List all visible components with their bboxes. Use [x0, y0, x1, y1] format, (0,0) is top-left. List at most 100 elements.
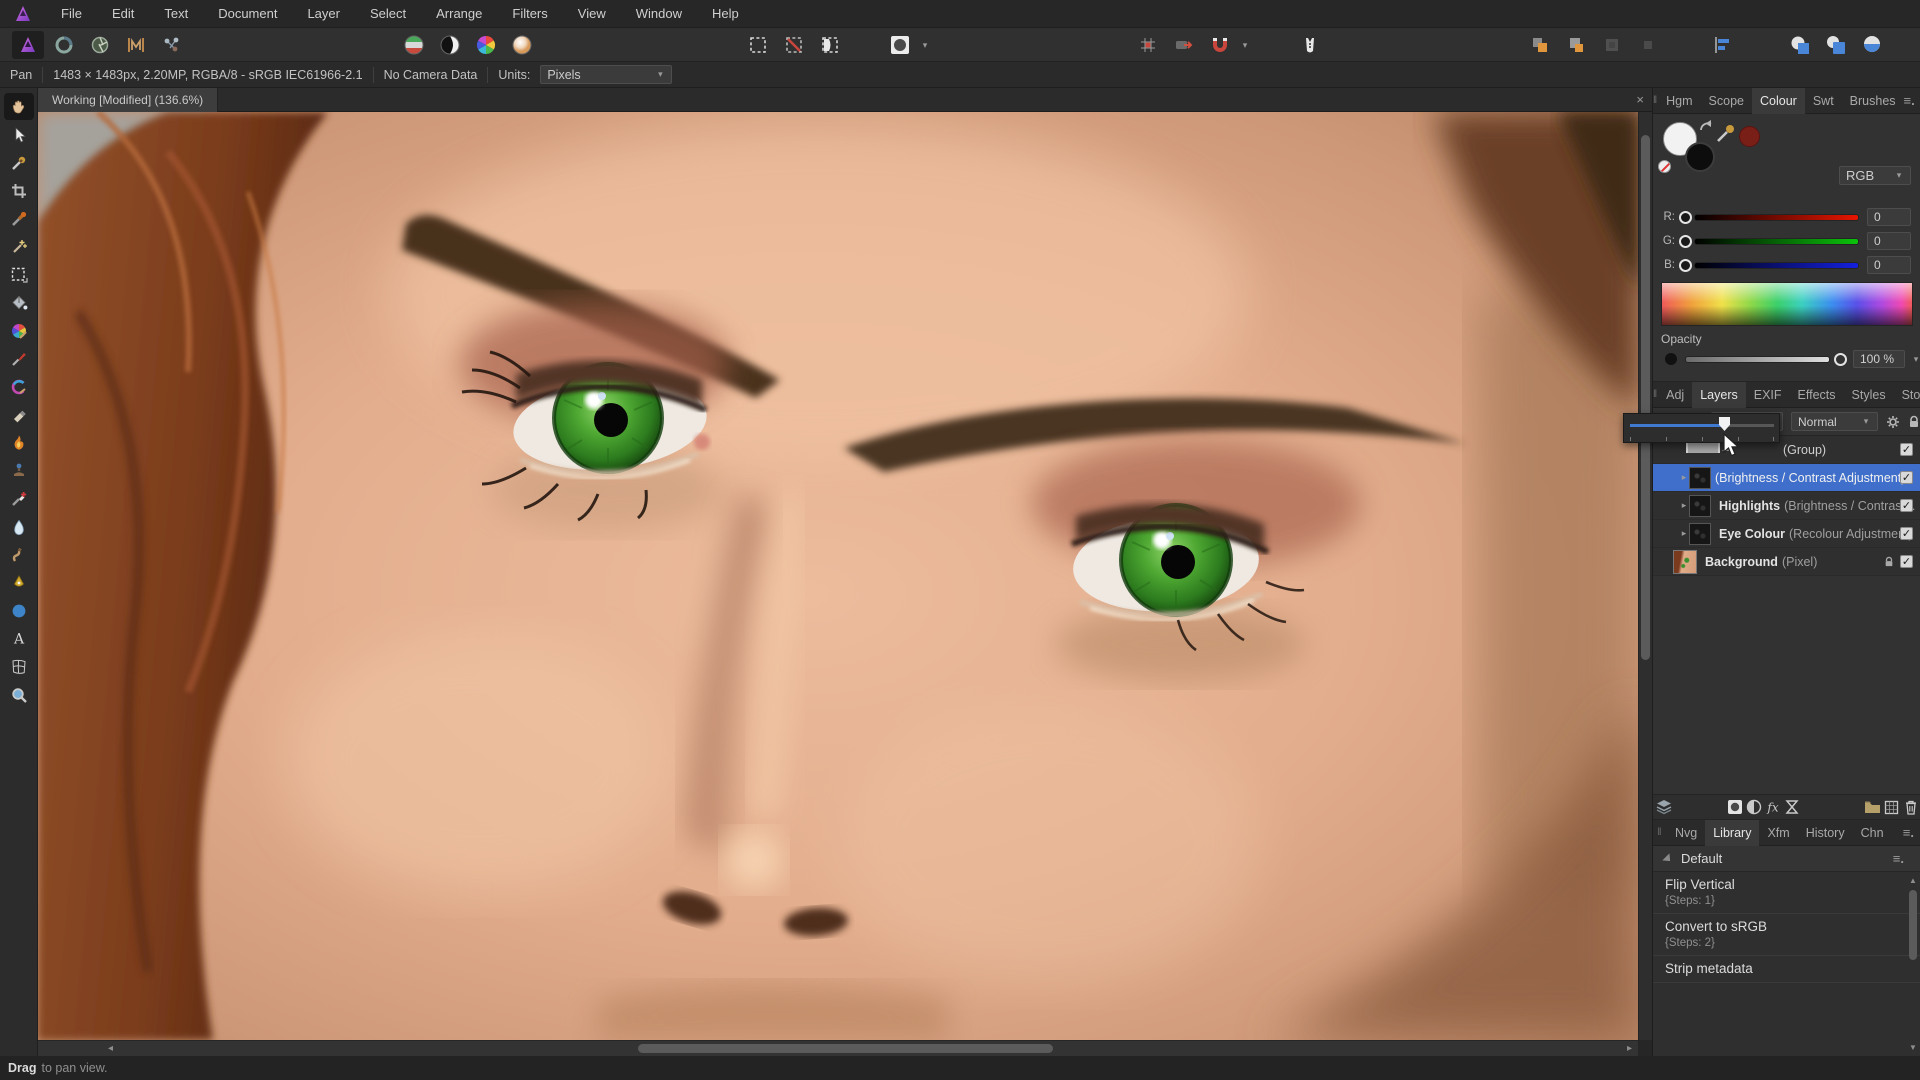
layer-thumbnail[interactable]: [1689, 495, 1711, 517]
tab-adjustments[interactable]: Adj: [1658, 382, 1692, 408]
invert-selection-button[interactable]: [814, 31, 846, 59]
panel-menu-icon[interactable]: ≡: [1903, 825, 1914, 840]
tab-navigator[interactable]: Nvg: [1667, 820, 1705, 846]
alignment-button[interactable]: [1706, 31, 1738, 59]
red-value-field[interactable]: 0: [1867, 208, 1911, 226]
opacity-popup-thumb[interactable]: [1719, 417, 1730, 431]
photo-persona-button[interactable]: [12, 31, 44, 59]
ellipse-tool[interactable]: [4, 597, 34, 624]
expand-icon[interactable]: ▸: [1679, 472, 1689, 483]
opacity-caret-icon[interactable]: ▾: [1911, 354, 1920, 365]
layer-lock-icon[interactable]: [1884, 556, 1894, 568]
smudge-brush-tool[interactable]: [4, 541, 34, 568]
colour-mode-dropdown[interactable]: RGB▾: [1839, 166, 1911, 185]
blend-mode-dropdown[interactable]: Normal▾: [1791, 412, 1878, 431]
mask-caret-icon[interactable]: ▾: [920, 40, 930, 51]
layer-visibility-checkbox[interactable]: ✓: [1900, 443, 1913, 456]
swap-colours-icon[interactable]: [1699, 120, 1715, 134]
menu-edit[interactable]: Edit: [97, 0, 149, 28]
tab-exif[interactable]: EXIF: [1746, 382, 1790, 408]
erase-brush-tool[interactable]: [4, 401, 34, 428]
tab-stock[interactable]: Stock: [1894, 382, 1920, 408]
green-value-field[interactable]: 0: [1867, 232, 1911, 250]
tab-transform[interactable]: Xfm: [1759, 820, 1797, 846]
document-tab[interactable]: Working [Modified] (136.6%): [38, 88, 218, 112]
panel-menu-icon[interactable]: ≡: [1904, 93, 1915, 108]
lock-icon[interactable]: [1908, 415, 1920, 429]
develop-persona-button[interactable]: [84, 31, 116, 59]
units-dropdown[interactable]: Pixels▾: [540, 65, 672, 84]
layer-thumbnail[interactable]: [1689, 467, 1711, 489]
snapping-magnet-button[interactable]: [1204, 31, 1236, 59]
healing-brush-tool[interactable]: [4, 485, 34, 512]
deselect-button[interactable]: [778, 31, 810, 59]
edit-all-layers-icon[interactable]: [1655, 796, 1674, 818]
close-icon[interactable]: ×: [1636, 92, 1644, 107]
macro-item-flip-vertical[interactable]: Flip Vertical {Steps: 1}: [1653, 872, 1920, 914]
menu-text[interactable]: Text: [149, 0, 203, 28]
flood-fill-tool[interactable]: [4, 289, 34, 316]
background-colour-swatch[interactable]: [1685, 142, 1715, 172]
auto-levels-button[interactable]: [398, 31, 430, 59]
auto-contrast-button[interactable]: [434, 31, 466, 59]
snapping-caret-icon[interactable]: ▾: [1240, 40, 1250, 51]
zoom-tool[interactable]: [4, 681, 34, 708]
green-slider-knob[interactable]: [1679, 235, 1692, 248]
layer-row-eye-colour[interactable]: ▸ Eye Colour (Recolour Adjustment) ✓: [1653, 520, 1920, 548]
colour-picker-icon[interactable]: [1715, 122, 1737, 144]
auto-colour-button[interactable]: [470, 31, 502, 59]
colour-spectrum[interactable]: [1661, 282, 1913, 326]
tab-layers[interactable]: Layers: [1692, 382, 1746, 408]
library-scroll-thumb[interactable]: [1909, 890, 1917, 960]
vertical-scroll-thumb[interactable]: [1641, 135, 1650, 660]
layer-row-background[interactable]: Background (Pixel) ✓: [1653, 548, 1920, 576]
crop-tool[interactable]: [4, 177, 34, 204]
menu-file[interactable]: File: [46, 0, 97, 28]
layer-thumbnail[interactable]: [1673, 550, 1697, 574]
red-slider-knob[interactable]: [1679, 211, 1692, 224]
tab-brushes[interactable]: Brushes: [1842, 88, 1904, 114]
add-adjustment-button[interactable]: [1745, 796, 1764, 818]
blue-slider-knob[interactable]: [1679, 259, 1692, 272]
tab-swatches[interactable]: Swt: [1805, 88, 1842, 114]
add-mask-button[interactable]: [1726, 796, 1745, 818]
move-to-back-button[interactable]: [1632, 31, 1664, 59]
macro-item-convert-srgb[interactable]: Convert to sRGB {Steps: 2}: [1653, 914, 1920, 956]
menu-select[interactable]: Select: [355, 0, 421, 28]
opacity-slider-popup[interactable]: [1623, 413, 1780, 443]
horizontal-scrollbar[interactable]: ◂ ▸: [38, 1040, 1638, 1056]
tab-effects[interactable]: Effects: [1790, 382, 1844, 408]
live-filter-button[interactable]: [1783, 796, 1802, 818]
pen-tool[interactable]: [4, 569, 34, 596]
group-layers-button[interactable]: [1863, 796, 1882, 818]
menu-layer[interactable]: Layer: [292, 0, 355, 28]
boolean-add-button[interactable]: [1784, 31, 1816, 59]
expand-icon[interactable]: ▸: [1679, 528, 1689, 539]
collapse-icon[interactable]: [1662, 853, 1673, 864]
picked-colour-swatch[interactable]: [1739, 126, 1760, 147]
opacity-value-field[interactable]: 100 %: [1853, 350, 1905, 368]
boolean-intersect-button[interactable]: [1856, 31, 1888, 59]
paint-brush-tool[interactable]: [4, 345, 34, 372]
colour-replacement-brush-tool[interactable]: [4, 373, 34, 400]
text-tool[interactable]: A: [4, 625, 34, 652]
layer-visibility-checkbox[interactable]: ✓: [1900, 527, 1913, 540]
library-scrollbar[interactable]: ▲ ▼: [1908, 876, 1918, 1052]
marquee-tool[interactable]: [4, 261, 34, 288]
library-section-header[interactable]: Default ≡: [1653, 846, 1920, 872]
export-persona-button[interactable]: [156, 31, 188, 59]
new-layer-button[interactable]: [1882, 796, 1901, 818]
macro-item-strip-metadata[interactable]: Strip metadata: [1653, 956, 1920, 983]
scroll-up-icon[interactable]: ▲: [1909, 876, 1917, 885]
opacity-slider-track[interactable]: [1685, 356, 1830, 363]
menu-window[interactable]: Window: [621, 0, 697, 28]
new-selection-button[interactable]: [742, 31, 774, 59]
menu-view[interactable]: View: [563, 0, 621, 28]
move-to-front-button[interactable]: [1524, 31, 1556, 59]
menu-help[interactable]: Help: [697, 0, 754, 28]
move-forward-button[interactable]: [1560, 31, 1592, 59]
mask-button[interactable]: [884, 31, 916, 59]
vertical-scrollbar[interactable]: [1638, 112, 1652, 1040]
layer-row-brightness-contrast[interactable]: ▸ (Brightness / Contrast Adjustment) ✓: [1653, 464, 1920, 492]
expand-icon[interactable]: ▸: [1679, 500, 1689, 511]
